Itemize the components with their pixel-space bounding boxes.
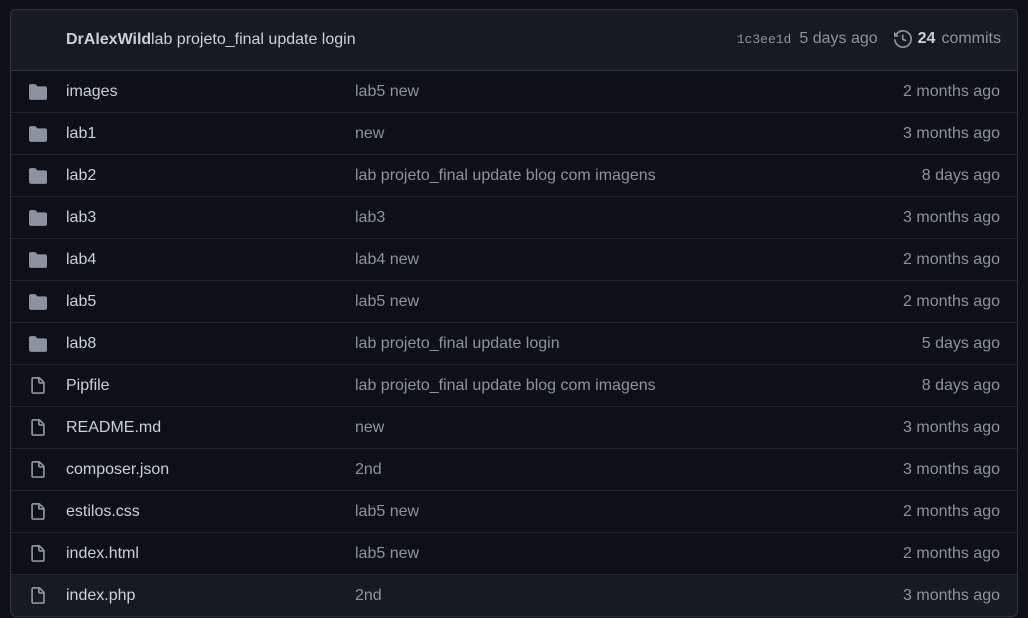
file-icon [31,461,45,478]
folder-icon [29,336,47,352]
last-updated: 2 months ago [903,503,1000,520]
commit-message-link[interactable]: lab4 new [355,251,419,269]
file-name-link[interactable]: images [66,83,118,101]
file-name-link[interactable]: index.php [66,587,135,605]
file-icon [31,503,45,520]
commit-sha-link[interactable]: 1c3ee1d [737,32,792,47]
commit-age: 5 days ago [799,30,878,47]
commit-message-link[interactable]: lab5 new [355,545,419,563]
commit-message-link[interactable]: new [355,419,384,437]
file-name-link[interactable]: lab5 [66,293,96,311]
file-row[interactable]: lab8 lab projeto_final update login 5 days… [11,322,1017,364]
commit-message-link[interactable]: lab3 [355,209,385,227]
history-icon [893,30,912,48]
file-row[interactable]: images lab5 new 2 months ago [11,71,1017,112]
file-name-link[interactable]: composer.json [66,461,169,479]
file-name-link[interactable]: README.md [66,419,161,437]
commit-message-link[interactable]: new [355,125,384,143]
last-updated: 3 months ago [903,587,1000,604]
file-row[interactable]: lab2 lab projeto_final update blog com im… [11,154,1017,196]
commit-message-link[interactable]: lab5 new [355,293,419,311]
folder-icon [29,210,47,226]
file-list: images lab5 new 2 months ago lab1 new 3 month… [11,71,1017,616]
file-icon [31,587,45,604]
commit-message-link[interactable]: 2nd [355,461,382,479]
folder-icon [29,84,47,100]
commit-message-link[interactable]: lab5 new [355,503,419,521]
folder-icon [29,126,47,142]
file-row[interactable]: estilos.css lab5 new 2 months ago [11,490,1017,532]
avatar[interactable] [32,30,52,50]
commit-message-link[interactable]: lab projeto_final update login [151,31,356,49]
last-updated: 3 months ago [903,461,1000,478]
last-updated: 3 months ago [903,209,1000,226]
last-updated: 3 months ago [903,419,1000,436]
last-updated: 2 months ago [903,545,1000,562]
commit-author-link[interactable]: DrAlexWild [66,31,151,49]
file-name-link[interactable]: lab2 [66,167,96,185]
file-name-link[interactable]: lab3 [66,209,96,227]
file-icon [31,377,45,394]
last-updated: 2 months ago [903,293,1000,310]
file-row[interactable]: lab3 lab3 3 months ago [11,196,1017,238]
file-row[interactable]: README.md new 3 months ago [11,406,1017,448]
last-updated: 8 days ago [921,377,1000,394]
file-row[interactable]: index.php 2nd 3 months ago [11,574,1017,616]
folder-icon [29,168,47,184]
folder-icon [29,294,47,310]
last-updated: 3 months ago [903,125,1000,142]
commits-label: commits [941,30,1001,47]
file-row[interactable]: lab5 lab5 new 2 months ago [11,280,1017,322]
commits-history-link[interactable]: 24 commits [893,30,1001,48]
file-browser: DrAlexWild lab projeto_final update logi… [10,9,1018,617]
commit-message-link[interactable]: lab5 new [355,83,419,101]
file-name-link[interactable]: Pipfile [66,377,110,395]
last-updated: 2 months ago [903,83,1000,100]
file-name-link[interactable]: lab8 [66,335,96,353]
commit-count: 24 [917,30,936,47]
commit-message-link[interactable]: 2nd [355,587,382,605]
last-updated: 5 days ago [921,335,1000,352]
commit-message-link[interactable]: lab projeto_final update blog com imagen… [355,167,656,185]
folder-icon [29,252,47,268]
latest-commit-bar: DrAlexWild lab projeto_final update logi… [11,10,1017,71]
commit-message-link[interactable]: lab projeto_final update blog com imagen… [355,377,656,395]
file-name-link[interactable]: lab4 [66,251,96,269]
file-row[interactable]: composer.json 2nd 3 months ago [11,448,1017,490]
file-row[interactable]: lab1 new 3 months ago [11,112,1017,154]
file-row[interactable]: Pipfile lab projeto_final update blog com… [11,364,1017,406]
file-name-link[interactable]: index.html [66,545,139,563]
file-icon [31,545,45,562]
commit-meta: 1c3ee1d 5 days ago 24 commits [737,30,1001,48]
file-name-link[interactable]: estilos.css [66,503,140,521]
commit-message-link[interactable]: lab projeto_final update login [355,335,560,353]
file-row[interactable]: lab4 lab4 new 2 months ago [11,238,1017,280]
file-row[interactable]: index.html lab5 new 2 months ago [11,532,1017,574]
last-updated: 2 months ago [903,251,1000,268]
file-name-link[interactable]: lab1 [66,125,96,143]
last-updated: 8 days ago [921,167,1000,184]
file-icon [31,419,45,436]
